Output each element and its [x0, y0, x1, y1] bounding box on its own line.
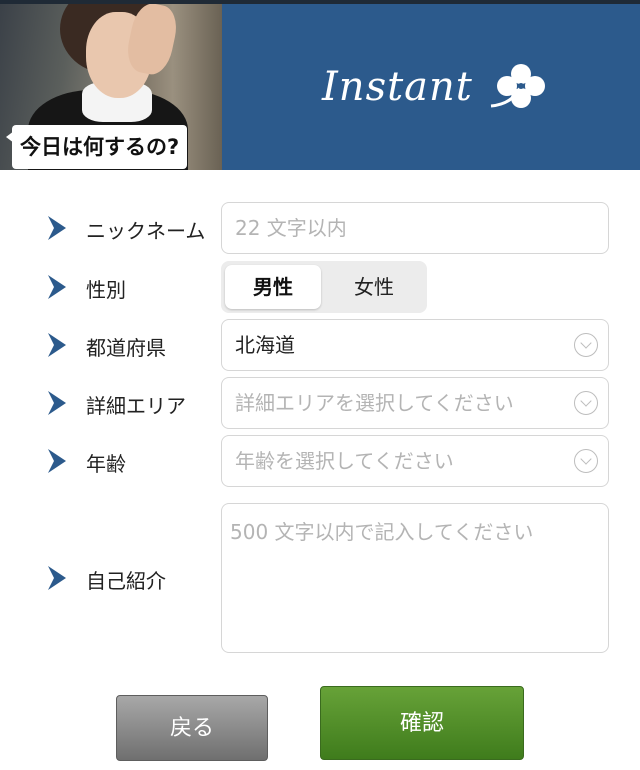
chevron-down-icon [574, 391, 598, 415]
nickname-label: ニックネーム [86, 219, 206, 243]
row-arrow-icon [48, 449, 66, 473]
row-arrow-icon [48, 216, 66, 240]
chevron-down-icon [574, 333, 598, 357]
app-logo: Instant [322, 62, 555, 112]
speech-bubble: 今日は何するの? [5, 125, 188, 169]
logo-text: Instant [322, 64, 473, 110]
nickname-placeholder: 22 文字以内 [235, 216, 347, 240]
prefecture-select[interactable]: 北海道 [221, 319, 609, 371]
intro-placeholder: 500 文字以内で記入してください [230, 520, 534, 544]
gender-toggle[interactable]: 男性 女性 [221, 261, 427, 313]
gender-option-male[interactable]: 男性 [225, 265, 321, 309]
age-placeholder: 年齢を選択してください [235, 449, 454, 473]
area-label: 詳細エリア [86, 394, 186, 418]
gender-label: 性別 [86, 278, 126, 302]
age-select[interactable]: 年齢を選択してください [221, 435, 609, 487]
intro-textarea[interactable]: 500 文字以内で記入してください [221, 503, 609, 653]
age-label: 年齢 [86, 452, 126, 476]
gender-option-female[interactable]: 女性 [325, 265, 423, 309]
intro-label: 自己紹介 [86, 569, 166, 593]
row-arrow-icon [48, 566, 66, 590]
area-placeholder: 詳細エリアを選択してください [235, 391, 514, 415]
chevron-down-icon [574, 449, 598, 473]
nickname-input[interactable]: 22 文字以内 [221, 202, 609, 254]
prefecture-value: 北海道 [235, 333, 295, 357]
row-arrow-icon [48, 275, 66, 299]
prefecture-label: 都道府県 [86, 336, 166, 360]
area-select[interactable]: 詳細エリアを選択してください [221, 377, 609, 429]
row-arrow-icon [48, 391, 66, 415]
back-button[interactable]: 戻る [116, 695, 268, 761]
header-banner: 今日は何するの? Instant [0, 4, 640, 170]
confirm-button[interactable]: 確認 [320, 686, 524, 760]
row-arrow-icon [48, 333, 66, 357]
clover-icon [490, 64, 545, 108]
